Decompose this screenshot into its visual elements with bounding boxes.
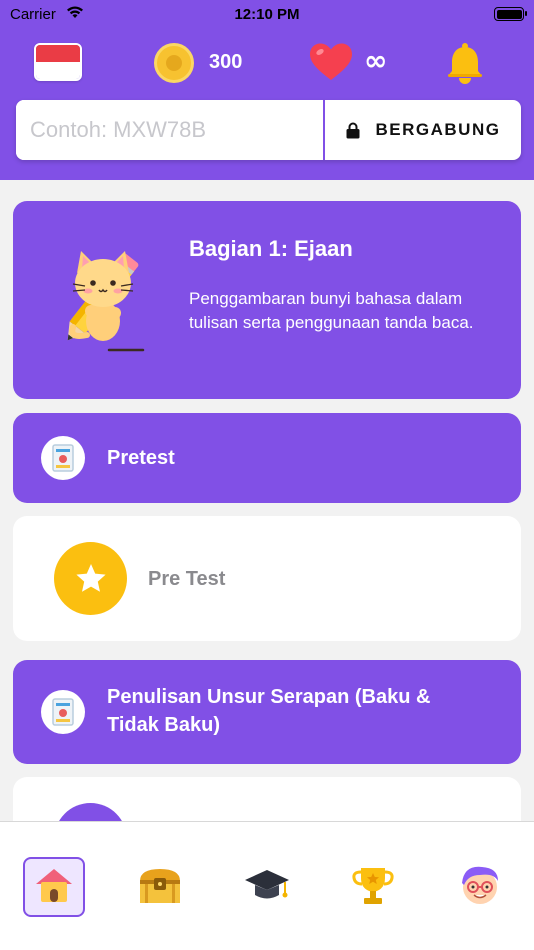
treasure-chest-icon [138, 865, 182, 910]
tab-course[interactable] [236, 857, 298, 917]
lives-count: ∞ [364, 44, 388, 77]
graduation-cap-icon [243, 866, 291, 909]
lesson-header-pretest[interactable]: Pretest [13, 413, 521, 503]
cat-pencil-mascot [43, 243, 153, 363]
coin-icon [154, 43, 194, 83]
lesson-title: Penulisan Unsur Serapan (Baku & Tidak Ba… [107, 686, 431, 736]
clock: 12:10 PM [234, 6, 300, 23]
section-title: Bagian 1: Ejaan [189, 236, 353, 261]
lesson-item-label: Pre Test [148, 568, 226, 590]
section-description: Penggambaran bunyi bahasa dalam tulisan … [189, 289, 474, 332]
lesson-item-pre-test[interactable]: Pre Test [13, 516, 521, 641]
lock-icon [346, 122, 360, 139]
tab-profile[interactable] [449, 857, 511, 917]
lesson-header-unsur-serapan[interactable]: Penulisan Unsur Serapan (Baku & Tidak Ba… [13, 660, 521, 764]
join-button-label: BERGABUNG [375, 120, 501, 139]
quiz-card-icon [41, 690, 85, 734]
tab-chest[interactable] [129, 857, 191, 917]
lesson-title: Pretest [107, 447, 175, 469]
star-icon [54, 542, 127, 615]
join-class-box: BERGABUNG [16, 100, 521, 160]
tab-leaderboard[interactable] [342, 857, 404, 917]
bell-icon[interactable] [446, 42, 484, 89]
home-icon [32, 865, 76, 910]
trophy-icon [351, 864, 395, 911]
status-bar: Carrier 12:10 PM [0, 0, 534, 30]
heart-icon [308, 42, 354, 87]
avatar-icon [458, 863, 502, 912]
quiz-card-icon [41, 436, 85, 480]
join-button[interactable]: BERGABUNG [325, 100, 521, 160]
tab-bar [0, 821, 534, 950]
tab-home[interactable] [23, 857, 85, 917]
indonesia-flag-icon[interactable] [34, 43, 82, 81]
coin-count: 300 [209, 51, 243, 73]
section-card: Bagian 1: Ejaan Penggambaran bunyi bahas… [13, 201, 521, 399]
battery-icon [494, 7, 527, 21]
class-code-input[interactable] [16, 100, 323, 160]
